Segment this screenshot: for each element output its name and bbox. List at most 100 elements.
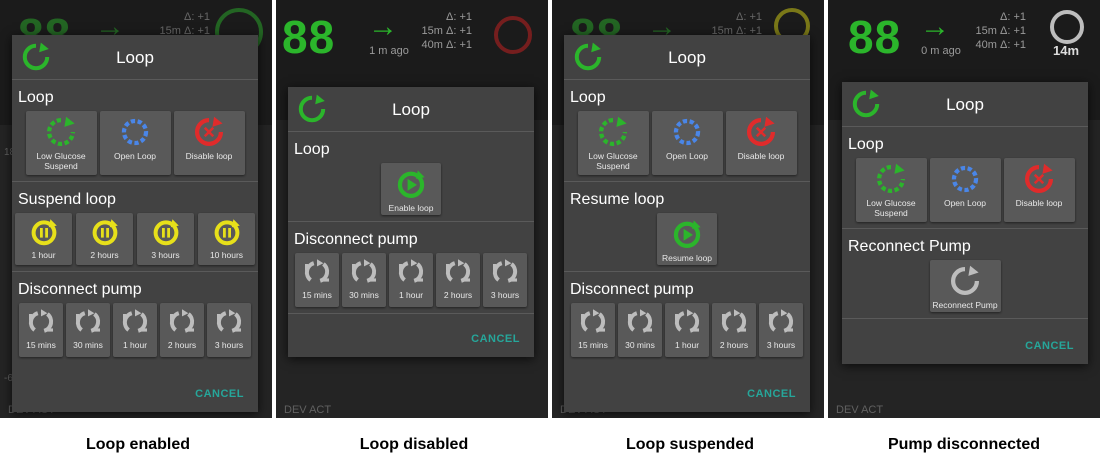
disconnect-3-hours-button[interactable]: 3 hours	[759, 303, 803, 357]
section-heading: Disconnect pump	[570, 281, 694, 298]
suspend-icon	[92, 219, 118, 246]
loop-status-icon[interactable]	[494, 16, 532, 54]
suspend-10-hours-button[interactable]: 10 hours	[198, 213, 255, 265]
disconnect-30-mins-button[interactable]: 30 mins	[66, 303, 110, 357]
section-heading: Loop	[570, 89, 606, 106]
disconnect-2-hours-button[interactable]: 2 hours	[436, 253, 480, 307]
phone-screen-loop-disabled: 88 → 1 m ago Δ: +1 15m Δ: +1 40m Δ: +1 DEV…	[276, 0, 548, 418]
open-loop-icon	[121, 118, 149, 146]
phone-screen-loop-enabled: 88 → Δ: +115m Δ: +1 18 -6 DEV ACT Loop L…	[0, 0, 272, 418]
section-heading: Suspend loop	[18, 191, 116, 208]
dialog-title-bar: Loop	[842, 82, 1088, 127]
suspend-icon	[153, 219, 179, 246]
disconnect-pump-icon	[351, 259, 377, 283]
disable-loop-icon	[747, 116, 776, 146]
disconnect-3-hours-button[interactable]: 3 hours	[207, 303, 251, 357]
disconnect-pump-icon	[75, 309, 101, 333]
section-loop: Loop Enable loop	[288, 132, 534, 222]
disconnect-2-hours-button[interactable]: 2 hours	[712, 303, 756, 357]
disconnect-pump-icon	[674, 309, 700, 333]
low-glucose-suspend-button[interactable]: Low Glucose Suspend	[855, 158, 927, 222]
dialog-title: Loop	[116, 48, 154, 67]
open-loop-button[interactable]: Open Loop	[99, 111, 171, 175]
disconnect-1-hour-button[interactable]: 1 hour	[113, 303, 157, 357]
section-loop: Loop Low Glucose Suspend Open Loop Disab…	[564, 80, 810, 182]
disconnect-30-mins-button[interactable]: 30 mins	[618, 303, 662, 357]
disconnect-pump-icon	[398, 259, 424, 283]
loop-dialog: Loop Loop Enable loop Disconnect pump 15…	[288, 87, 534, 357]
section-heading: Loop	[848, 136, 884, 153]
low-glucose-suspend-icon	[877, 163, 906, 193]
cancel-button[interactable]: CANCEL	[747, 388, 796, 400]
disconnect-pump-icon	[169, 309, 195, 333]
open-loop-icon	[673, 118, 701, 146]
section-reconnect-pump: Reconnect Pump Reconnect Pump	[842, 229, 1088, 319]
dev-act-label: DEV ACT	[836, 404, 884, 416]
section-loop: Loop Low Glucose Suspend Open Loop Disab…	[842, 127, 1088, 229]
disconnect-1-hour-button[interactable]: 1 hour	[665, 303, 709, 357]
disconnect-15-mins-button[interactable]: 15 mins	[571, 303, 615, 357]
phone-screen-pump-disconnected: 88 → 0 m ago Δ: +1 15m Δ: +1 40m Δ: +1 14m…	[828, 0, 1100, 418]
disconnect-pump-icon	[627, 309, 653, 333]
loop-dialog: Loop Loop Low Glucose Suspend Open Loop …	[12, 35, 258, 412]
low-glucose-suspend-icon	[47, 116, 76, 146]
disconnect-3-hours-button[interactable]: 3 hours	[483, 253, 527, 307]
disconnect-1-hour-button[interactable]: 1 hour	[389, 253, 433, 307]
open-loop-button[interactable]: Open Loop	[651, 111, 723, 175]
suspend-1-hour-button[interactable]: 1 hour	[15, 213, 72, 265]
suspend-3-hours-button[interactable]: 3 hours	[137, 213, 194, 265]
cancel-button[interactable]: CANCEL	[1025, 340, 1074, 352]
section-heading: Resume loop	[570, 191, 665, 208]
bg-ago: 0 m ago	[921, 45, 961, 57]
dialog-title: Loop	[392, 100, 430, 119]
section-resume-loop: Resume loop Resume loop	[564, 182, 810, 272]
disable-loop-button[interactable]: Disable loop	[725, 111, 797, 175]
caption-loop-suspended: Loop suspended	[626, 436, 754, 453]
cancel-button[interactable]: CANCEL	[471, 333, 520, 345]
section-disconnect-pump: Disconnect pump 15 mins 30 mins 1 hour 2…	[564, 272, 810, 363]
bg-delta: Δ: +1 15m Δ: +1 40m Δ: +1	[975, 11, 1026, 51]
reconnect-pump-button[interactable]: Reconnect Pump	[929, 260, 1001, 312]
section-disconnect-pump: Disconnect pump 15 mins 30 mins 1 hour 2…	[288, 222, 534, 314]
open-loop-button[interactable]: Open Loop	[929, 158, 1001, 222]
disable-loop-icon	[195, 116, 224, 146]
enable-loop-button[interactable]: Enable loop	[381, 163, 441, 215]
disconnect-pump-icon	[216, 309, 242, 333]
pump-status-icon[interactable]	[1050, 10, 1084, 44]
caption-loop-enabled: Loop enabled	[86, 436, 190, 453]
phone-screen-loop-suspended: 88 → Δ: +115m Δ: +1 DEV ACT Loop Loop Lo…	[552, 0, 824, 418]
section-heading: Loop	[18, 89, 54, 106]
disconnect-pump-icon	[492, 259, 518, 283]
disable-loop-icon	[1025, 163, 1054, 193]
low-glucose-suspend-button[interactable]: Low Glucose Suspend	[577, 111, 649, 175]
section-heading: Disconnect pump	[18, 281, 142, 298]
disconnect-15-mins-button[interactable]: 15 mins	[19, 303, 63, 357]
disconnect-pump-icon	[768, 309, 794, 333]
low-glucose-suspend-button[interactable]: Low Glucose Suspend	[25, 111, 97, 175]
section-suspend-loop: Suspend loop 1 hour 2 hours 3 hours 10 h…	[12, 182, 258, 272]
bg-glucose-value: 88	[848, 11, 902, 63]
disconnect-pump-icon	[122, 309, 148, 333]
disconnect-30-mins-button[interactable]: 30 mins	[342, 253, 386, 307]
cancel-button[interactable]: CANCEL	[195, 388, 244, 400]
dialog-title-bar: Loop	[564, 35, 810, 80]
disconnect-2-hours-button[interactable]: 2 hours	[160, 303, 204, 357]
bg-delta: Δ: +1 15m Δ: +1 40m Δ: +1	[421, 11, 472, 51]
dialog-title-bar: Loop	[12, 35, 258, 80]
reconnect-pump-icon	[951, 265, 980, 295]
bg-delta: Δ: +1 15m Δ: +1	[159, 11, 210, 37]
disable-loop-button[interactable]: Disable loop	[1003, 158, 1075, 222]
dev-act-label: DEV ACT	[284, 404, 332, 416]
disable-loop-button[interactable]: Disable loop	[173, 111, 245, 175]
disconnect-15-mins-button[interactable]: 15 mins	[295, 253, 339, 307]
suspend-2-hours-button[interactable]: 2 hours	[76, 213, 133, 265]
resume-loop-icon	[673, 220, 701, 249]
disconnect-pump-icon	[721, 309, 747, 333]
trend-arrow-icon: →	[368, 10, 398, 43]
resume-loop-button[interactable]: Resume loop	[657, 213, 717, 265]
open-loop-icon	[951, 165, 979, 193]
section-heading: Loop	[294, 141, 330, 158]
disconnect-pump-icon	[28, 309, 54, 333]
section-loop: Loop Low Glucose Suspend Open Loop Disab…	[12, 80, 258, 182]
disconnect-pump-icon	[580, 309, 606, 333]
